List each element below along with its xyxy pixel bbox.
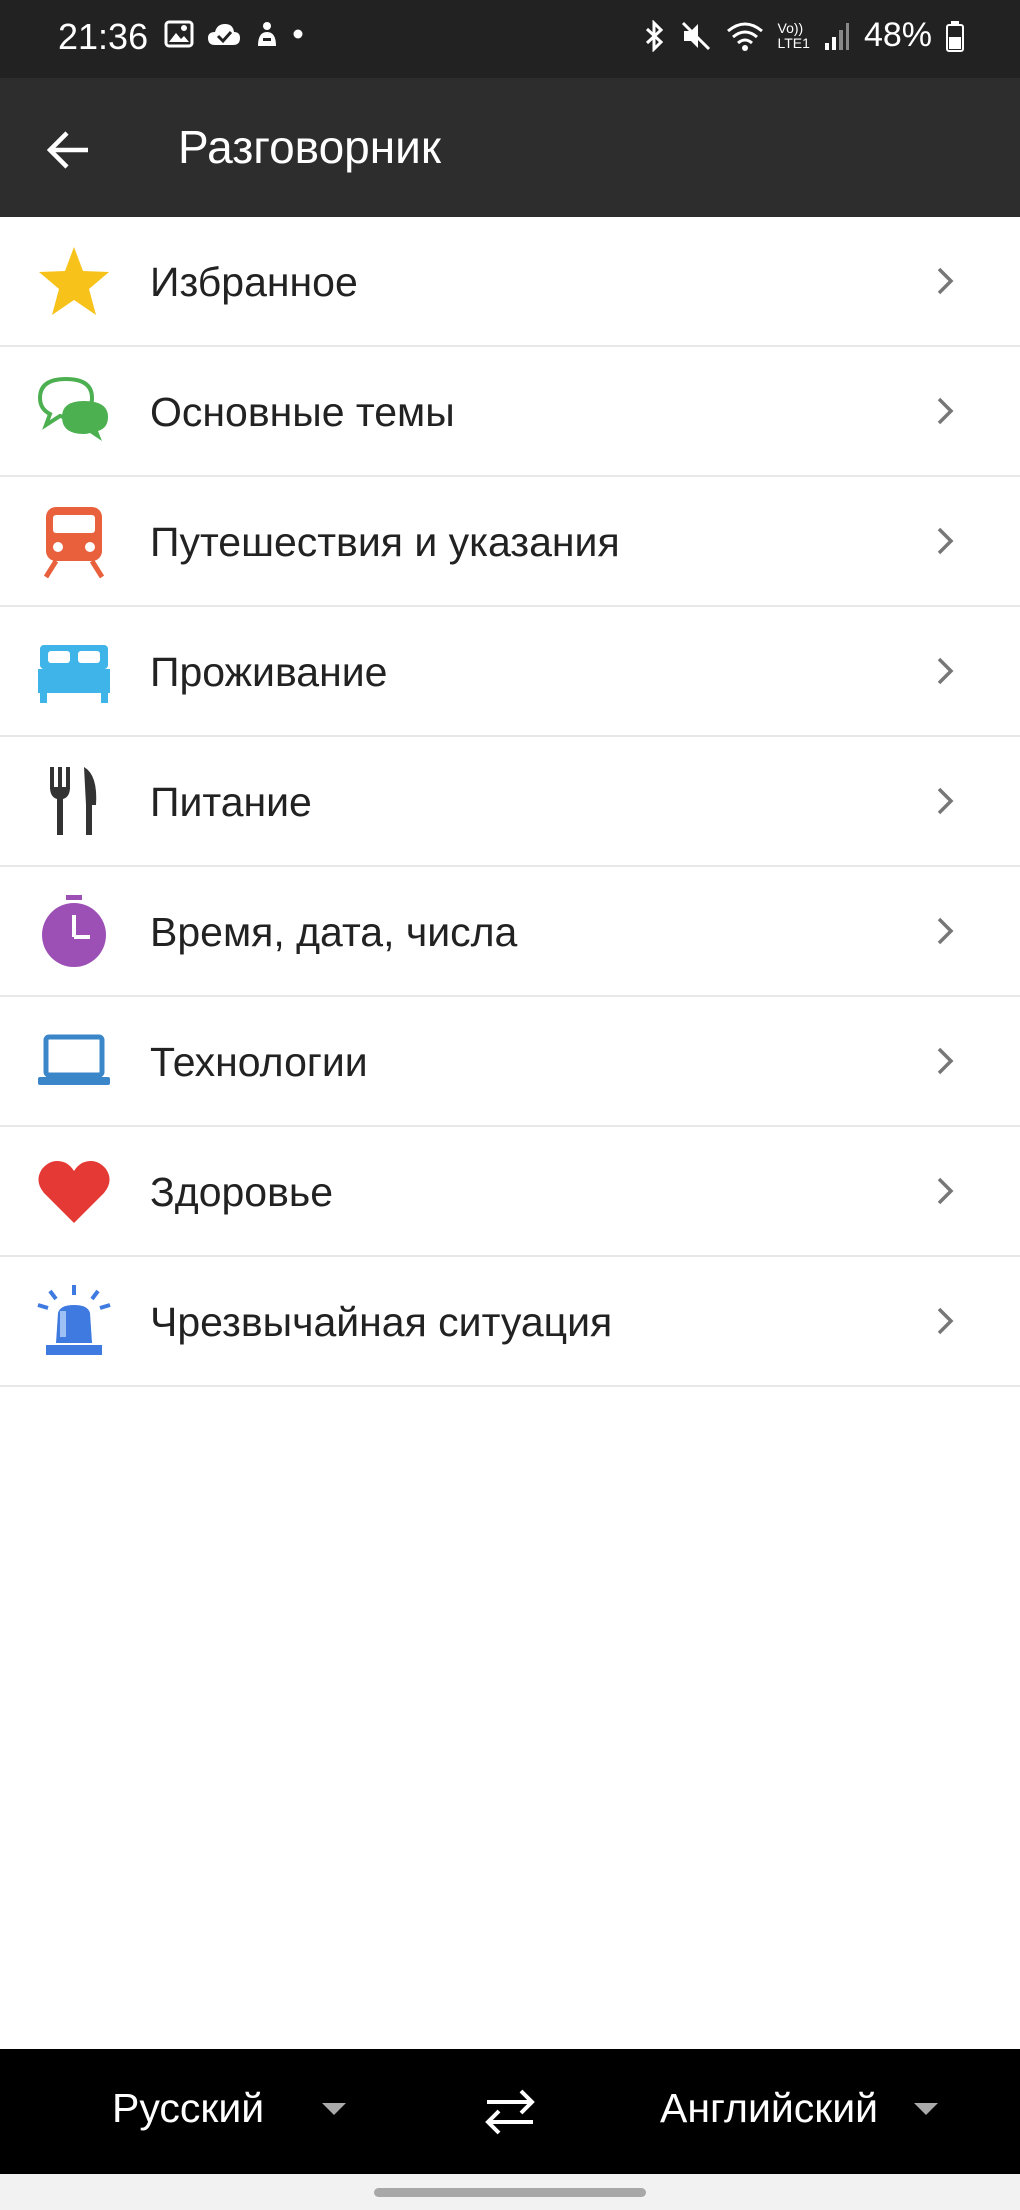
- status-time: 21:36: [58, 16, 149, 57]
- topic-item-travel[interactable]: Путешествия и указания: [0, 477, 1020, 607]
- topic-label: Основные темы: [150, 389, 455, 435]
- dropdown-arrow-icon: [322, 2102, 347, 2115]
- target-language-dropdown[interactable]: Английский: [660, 2085, 940, 2132]
- chevron-right-icon: [937, 1047, 954, 1075]
- topic-item-basics[interactable]: Основные темы: [0, 347, 1020, 477]
- arrow-left-icon: [46, 131, 88, 169]
- navigation-gesture-area: [0, 2174, 1020, 2210]
- back-button[interactable]: [34, 116, 102, 184]
- bed-icon: [36, 633, 112, 709]
- topic-label: Технологии: [150, 1039, 368, 1085]
- page-title: Разговорник: [178, 121, 441, 173]
- siren-icon: [36, 1283, 112, 1359]
- volte-label: Vo)): [777, 19, 804, 36]
- network-type-label: LTE1: [777, 34, 810, 51]
- topic-label: Путешествия и указания: [150, 519, 620, 565]
- signal-strength-icon: [824, 22, 849, 50]
- topic-item-emergency[interactable]: Чрезвычайная ситуация: [0, 1257, 1020, 1387]
- chevron-right-icon: [937, 527, 954, 555]
- swap-languages-button[interactable]: [480, 2081, 540, 2141]
- chevron-right-icon: [937, 1177, 954, 1205]
- topic-label: Проживание: [150, 649, 388, 695]
- chevron-right-icon: [937, 787, 954, 815]
- gallery-icon: [164, 20, 194, 48]
- fork-knife-icon: [36, 763, 112, 839]
- chevron-right-icon: [937, 1307, 954, 1335]
- bluetooth-icon: [645, 19, 663, 52]
- status-bar: 21:36 Vo)) LTE1 48%: [0, 0, 1020, 78]
- app-notification-icon: [258, 22, 276, 46]
- source-language-dropdown[interactable]: Русский: [112, 2085, 348, 2132]
- topic-label: Избранное: [150, 259, 358, 305]
- chevron-right-icon: [937, 397, 954, 425]
- topic-list: Избранное Основные темы Путешествия и ук…: [0, 217, 1020, 1387]
- battery-percentage: 48%: [863, 16, 932, 54]
- mute-icon: [681, 21, 710, 50]
- cloud-check-icon: [208, 24, 240, 45]
- laptop-icon: [36, 1023, 112, 1099]
- phrasebook-screen: 21:36 Vo)) LTE1 48% Разговорник Избранно…: [0, 0, 1020, 2210]
- topic-item-food[interactable]: Питание: [0, 737, 1020, 867]
- chevron-right-icon: [937, 657, 954, 685]
- app-bar: Разговорник: [0, 78, 1020, 217]
- battery-icon: [946, 20, 964, 52]
- chevron-right-icon: [937, 267, 954, 295]
- topic-item-favorites[interactable]: Избранное: [0, 217, 1020, 347]
- stopwatch-icon: [36, 893, 112, 969]
- more-notifications-dot-icon: [293, 29, 303, 39]
- topic-label: Здоровье: [150, 1169, 334, 1215]
- language-bar: Русский Английский: [0, 2049, 1020, 2174]
- topic-item-time-date-numbers[interactable]: Время, дата, числа: [0, 867, 1020, 997]
- topic-item-health[interactable]: Здоровье: [0, 1127, 1020, 1257]
- train-icon: [36, 503, 112, 579]
- wifi-icon: [726, 22, 763, 51]
- topic-item-technology[interactable]: Технологии: [0, 997, 1020, 1127]
- dropdown-arrow-icon: [914, 2102, 939, 2115]
- swap-arrows-icon: [485, 2089, 535, 2135]
- topic-label: Питание: [150, 779, 312, 825]
- star-icon: [36, 243, 112, 319]
- chevron-right-icon: [937, 917, 954, 945]
- status-right-group: Vo)) LTE1 48%: [644, 16, 964, 55]
- notification-icons: [164, 20, 304, 48]
- topic-label: Время, дата, числа: [150, 909, 518, 955]
- target-language-label: Английский: [660, 2085, 879, 2131]
- source-language-label: Русский: [112, 2085, 265, 2131]
- chat-bubbles-icon: [36, 373, 112, 449]
- volte-indicator: Vo)) LTE1: [777, 19, 810, 51]
- heart-icon: [36, 1153, 112, 1229]
- topic-item-accommodation[interactable]: Проживание: [0, 607, 1020, 737]
- topic-label: Чрезвычайная ситуация: [150, 1299, 613, 1345]
- home-gesture-handle[interactable]: [374, 2188, 646, 2197]
